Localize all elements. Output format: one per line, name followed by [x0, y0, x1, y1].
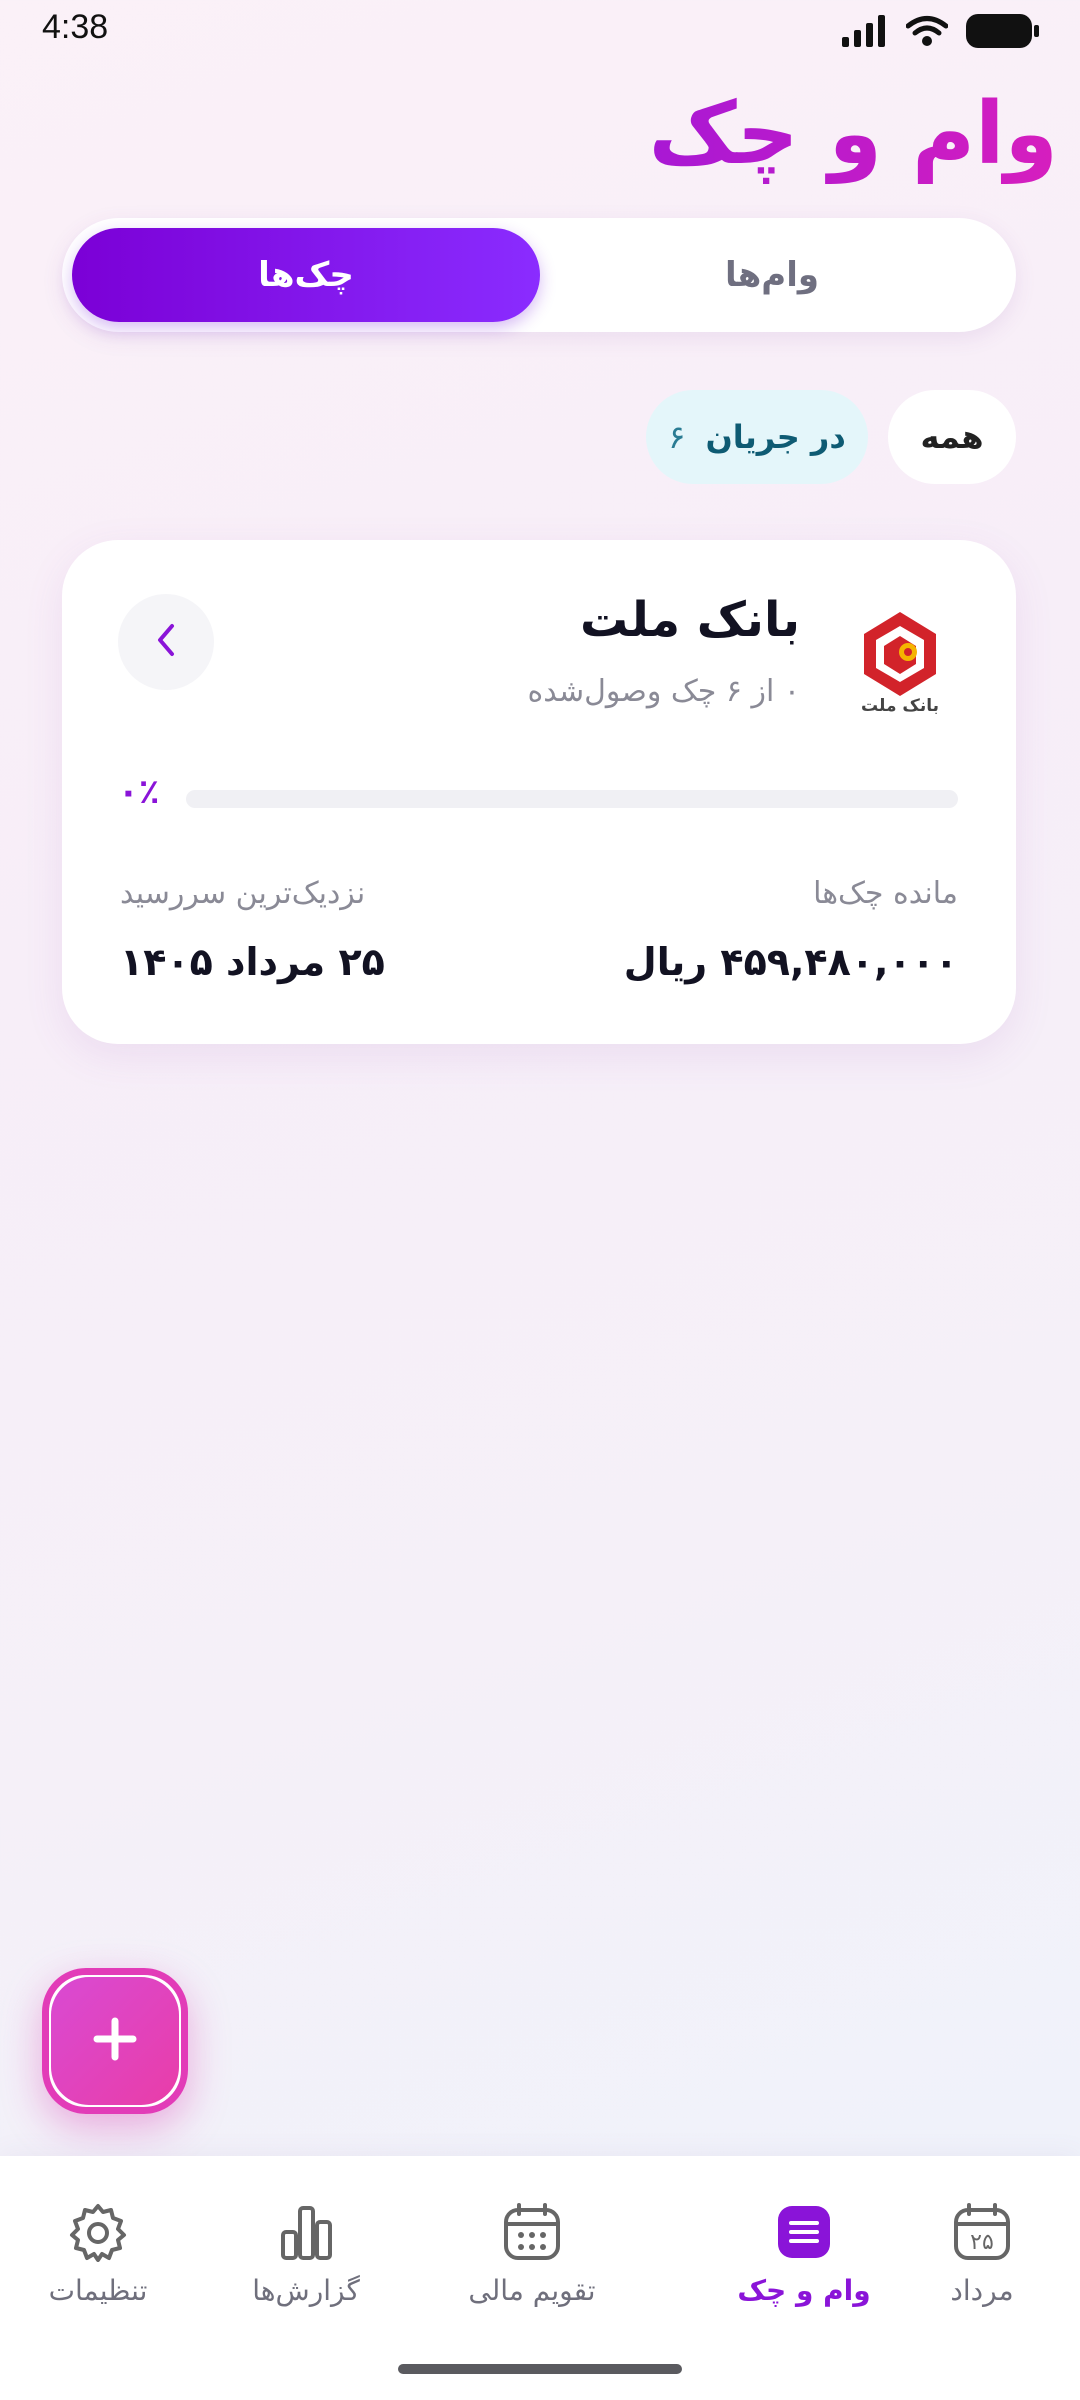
bank-name: بانک ملت [579, 592, 800, 648]
nav-item-financial-calendar[interactable]: تقویم مالی [432, 2200, 632, 2320]
open-detail-button[interactable] [118, 594, 214, 690]
page-title: وام و چک [648, 84, 1058, 184]
signal-icon [842, 15, 888, 51]
calendar-date-icon: ۲۵ [950, 2200, 1014, 2264]
progress-bar [186, 790, 958, 808]
bank-check-card[interactable]: بانک ملت بانک ملت ۰ از ۶ چک وصول‌شده ۰٪ … [62, 540, 1016, 1044]
loan-check-segmented-control: وام‌ها چک‌ها [62, 218, 1016, 332]
filter-chip-in-progress[interactable]: در جریان ۶ [646, 390, 868, 484]
calendar-icon [500, 2200, 564, 2264]
nav-item-month[interactable]: ۲۵ مرداد [882, 2200, 1080, 2320]
add-button[interactable] [42, 1968, 188, 2114]
nearest-due-value: ۲۵ مرداد ۱۴۰۵ [120, 940, 385, 984]
status-time: 4:38 [42, 8, 109, 46]
tab-checks[interactable]: چک‌ها [72, 228, 540, 322]
gear-icon [66, 2200, 130, 2264]
wifi-icon [905, 15, 949, 51]
collected-checks-summary: ۰ از ۶ چک وصول‌شده [527, 674, 800, 709]
balance-label: مانده چک‌ها [813, 876, 958, 911]
bar-chart-icon [274, 2200, 338, 2264]
bank-logo-text: بانک ملت [861, 696, 939, 716]
progress-percent: ۰٪ [118, 772, 160, 812]
filter-chip-all[interactable]: همه [888, 390, 1016, 484]
nav-item-settings[interactable]: تنظیمات [0, 2200, 198, 2320]
status-bar: 4:38 [0, 0, 1080, 62]
add-button-ring [42, 1968, 188, 2114]
nav-label-month: مرداد [950, 2274, 1014, 2307]
status-icons [842, 14, 1040, 52]
nav-label-financial-calendar: تقویم مالی [468, 2274, 596, 2307]
nav-label-reports: گزارش‌ها [252, 2274, 360, 2307]
calendar-day-number: ۲۵ [970, 2230, 994, 2255]
tab-loans[interactable]: وام‌ها [538, 228, 1006, 322]
home-indicator[interactable] [398, 2364, 682, 2374]
bank-mellat-logo: بانک ملت [850, 608, 950, 718]
nav-label-loans-checks: وام و چک [737, 2274, 871, 2307]
chevron-left-icon [151, 620, 181, 664]
filter-chip-count: ۶ [668, 418, 686, 456]
nearest-due-label: نزدیک‌ترین سررسید [120, 876, 366, 911]
balance-value: ۴۵۹,۴۸۰,۰۰۰ ریال [623, 940, 958, 984]
list-icon [772, 2200, 836, 2264]
battery-icon [966, 14, 1040, 52]
nav-item-reports[interactable]: گزارش‌ها [206, 2200, 406, 2320]
nav-item-loans-checks[interactable]: وام و چک [704, 2200, 904, 2320]
nav-label-settings: تنظیمات [48, 2274, 148, 2307]
filter-chip-in-progress-label: در جریان [705, 418, 846, 456]
